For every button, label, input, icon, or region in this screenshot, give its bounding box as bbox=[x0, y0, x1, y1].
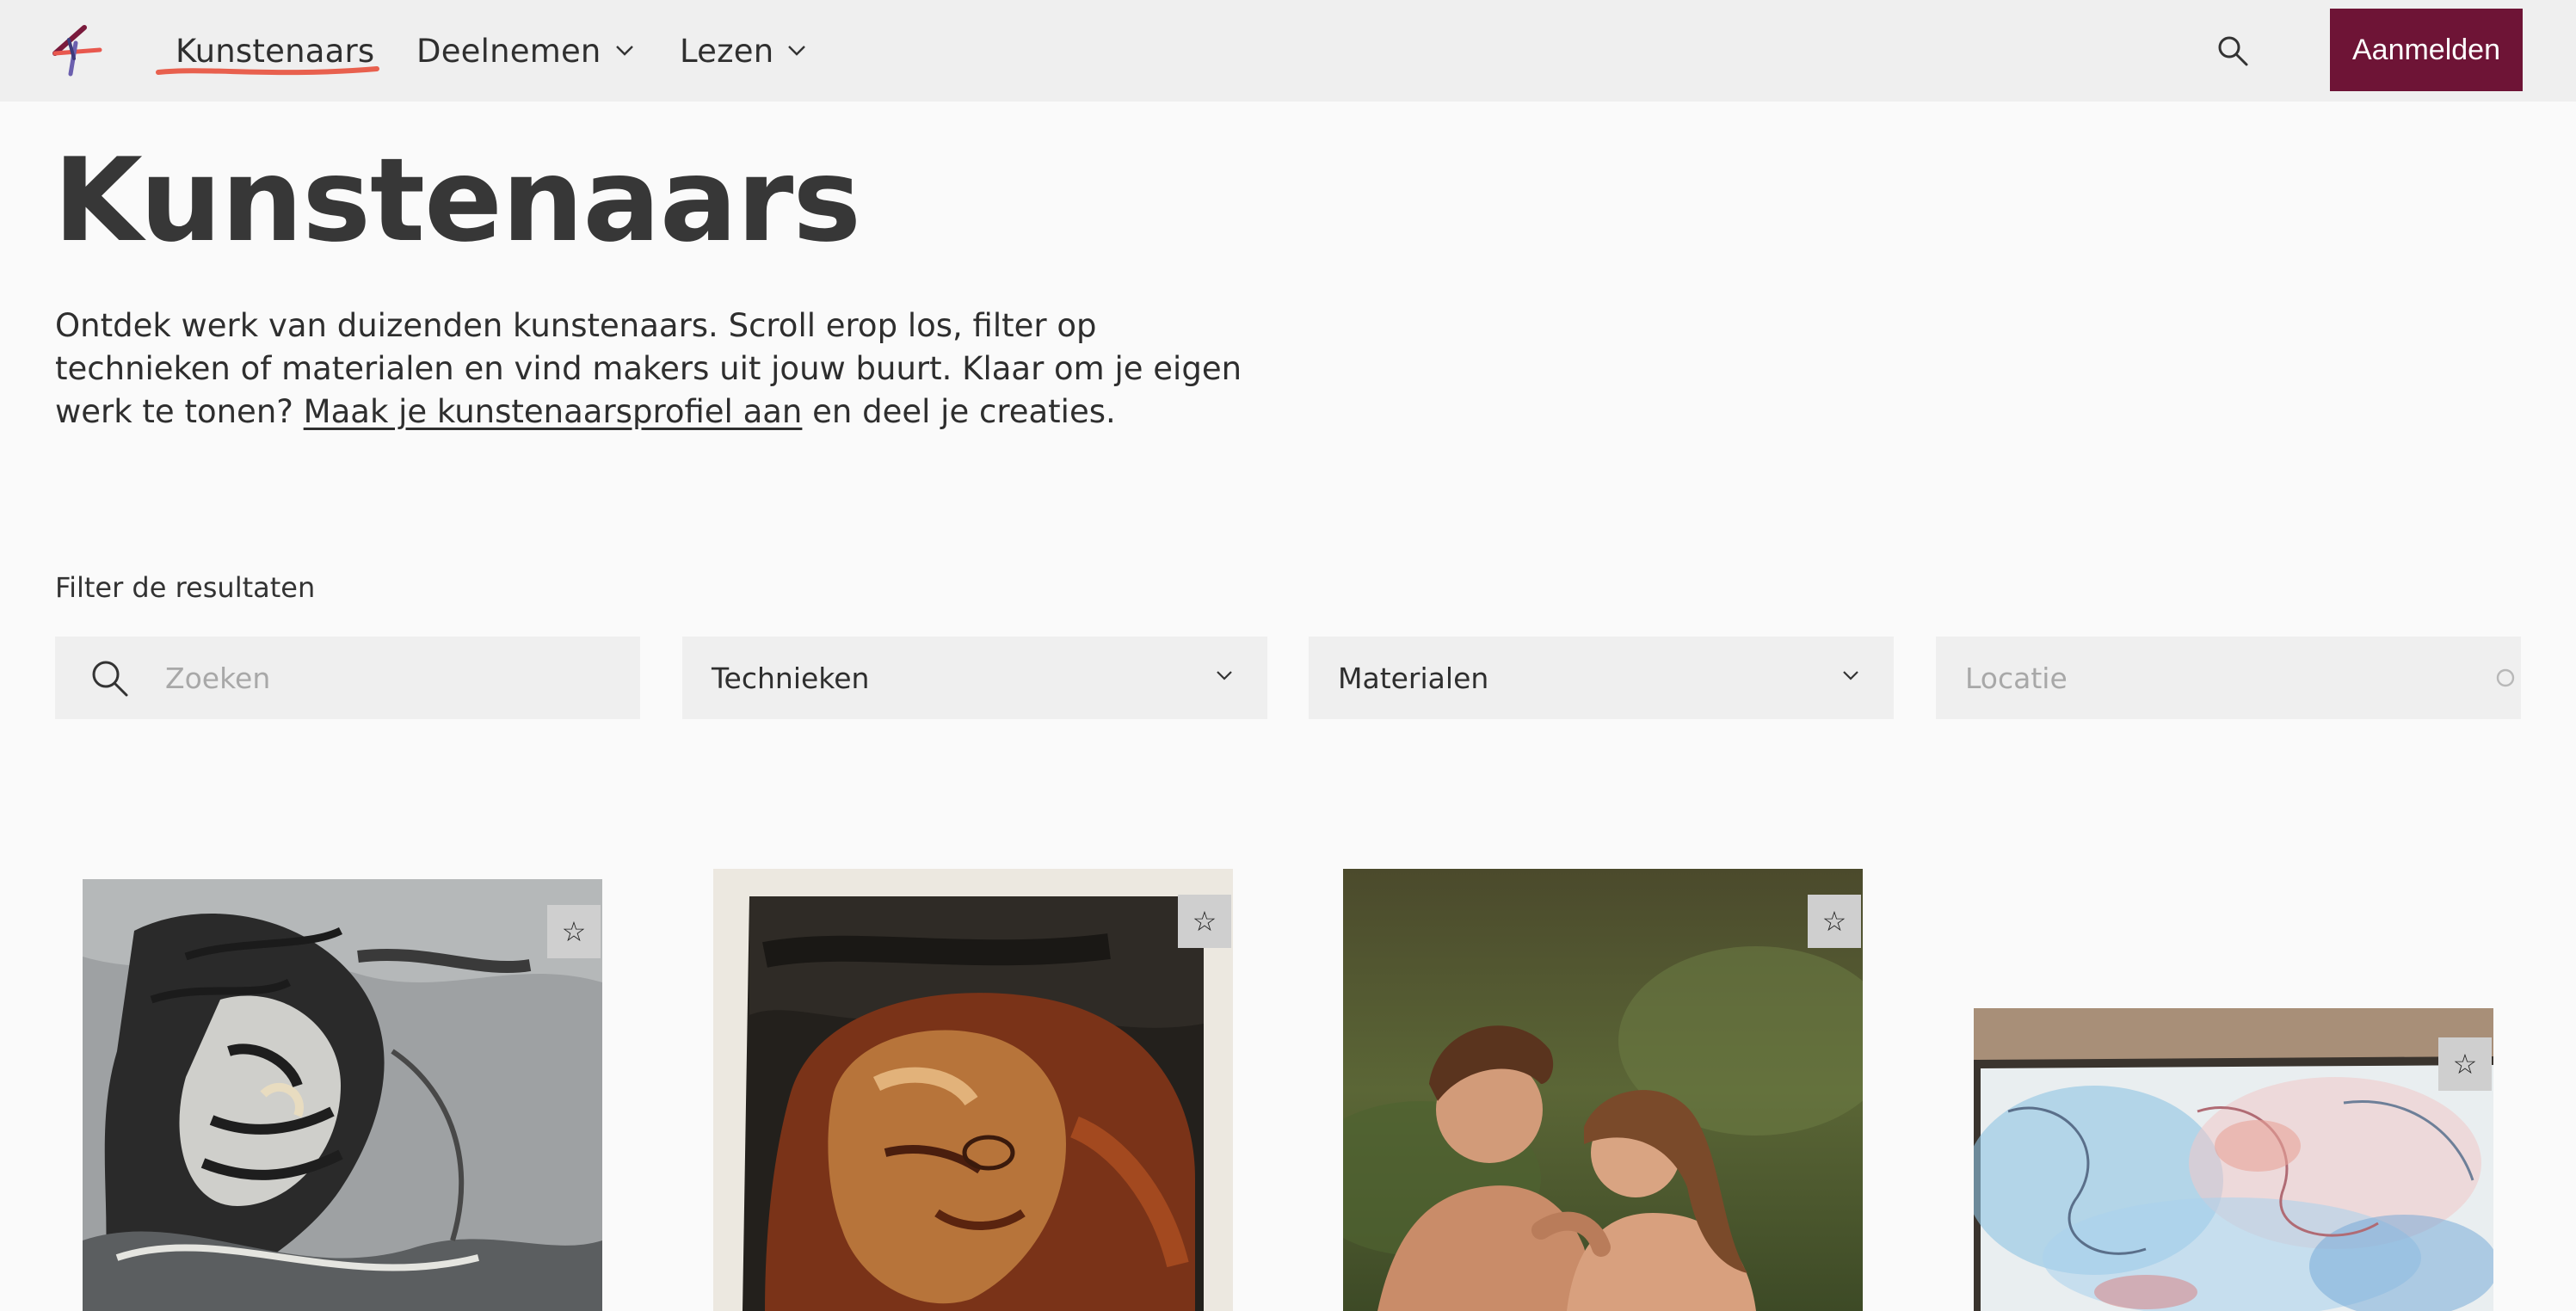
star-icon: ☆ bbox=[1192, 905, 1217, 938]
favorite-button[interactable]: ☆ bbox=[1178, 895, 1231, 948]
search-icon bbox=[92, 661, 128, 697]
page-title: Kunstenaars bbox=[53, 133, 861, 268]
nav-item-label: Deelnemen bbox=[416, 32, 601, 70]
artwork-image[interactable] bbox=[83, 879, 602, 1311]
signin-button[interactable]: Aanmelden bbox=[2330, 9, 2523, 91]
top-navigation-bar: Kunstenaars Deelnemen Lezen Aanmelden bbox=[0, 0, 2576, 102]
materials-label: Materialen bbox=[1338, 661, 1489, 695]
chevron-down-icon bbox=[615, 45, 634, 57]
nav-item-lezen[interactable]: Lezen bbox=[680, 0, 806, 102]
intro-suffix: en deel je creaties. bbox=[802, 393, 1116, 430]
favorite-button[interactable]: ☆ bbox=[1808, 895, 1861, 948]
star-icon: ☆ bbox=[1821, 905, 1847, 938]
materials-select[interactable]: Materialen bbox=[1309, 637, 1894, 719]
artwork-card[interactable]: ☆ bbox=[1343, 869, 1863, 1311]
create-profile-link[interactable]: Maak je kunstenaarsprofiel aan bbox=[304, 393, 803, 430]
nav-item-label: Lezen bbox=[680, 32, 774, 70]
chevron-down-icon bbox=[1217, 671, 1232, 680]
favorite-button[interactable]: ☆ bbox=[2438, 1037, 2492, 1091]
chevron-down-icon bbox=[1843, 671, 1858, 680]
search-input[interactable]: Zoeken bbox=[55, 637, 640, 719]
artwork-image[interactable] bbox=[1343, 869, 1863, 1311]
star-icon: ☆ bbox=[2452, 1048, 2478, 1080]
artwork-card[interactable]: ☆ bbox=[1974, 1008, 2493, 1311]
logo-icon[interactable] bbox=[50, 24, 105, 77]
search-placeholder: Zoeken bbox=[165, 661, 271, 695]
location-input[interactable]: Locatie bbox=[1936, 637, 2521, 719]
artwork-image[interactable] bbox=[713, 869, 1233, 1311]
techniques-label: Technieken bbox=[712, 661, 870, 695]
active-nav-underline bbox=[156, 66, 379, 76]
location-placeholder: Locatie bbox=[1965, 661, 2068, 695]
star-icon: ☆ bbox=[561, 915, 587, 948]
favorite-button[interactable]: ☆ bbox=[547, 905, 601, 958]
techniques-select[interactable]: Technieken bbox=[682, 637, 1267, 719]
location-indicator-icon bbox=[2496, 668, 2515, 687]
artwork-card[interactable]: ☆ bbox=[83, 879, 602, 1311]
artwork-image[interactable] bbox=[1974, 1008, 2493, 1311]
search-icon[interactable] bbox=[2216, 34, 2249, 67]
nav-item-kunstenaars[interactable]: Kunstenaars bbox=[176, 0, 374, 102]
nav-item-deelnemen[interactable]: Deelnemen bbox=[416, 0, 634, 102]
artwork-card[interactable]: ☆ bbox=[713, 869, 1233, 1311]
filter-label: Filter de resultaten bbox=[55, 571, 316, 604]
intro-paragraph: Ontdek werk van duizenden kunstenaars. S… bbox=[55, 305, 1277, 434]
chevron-down-icon bbox=[787, 45, 806, 57]
